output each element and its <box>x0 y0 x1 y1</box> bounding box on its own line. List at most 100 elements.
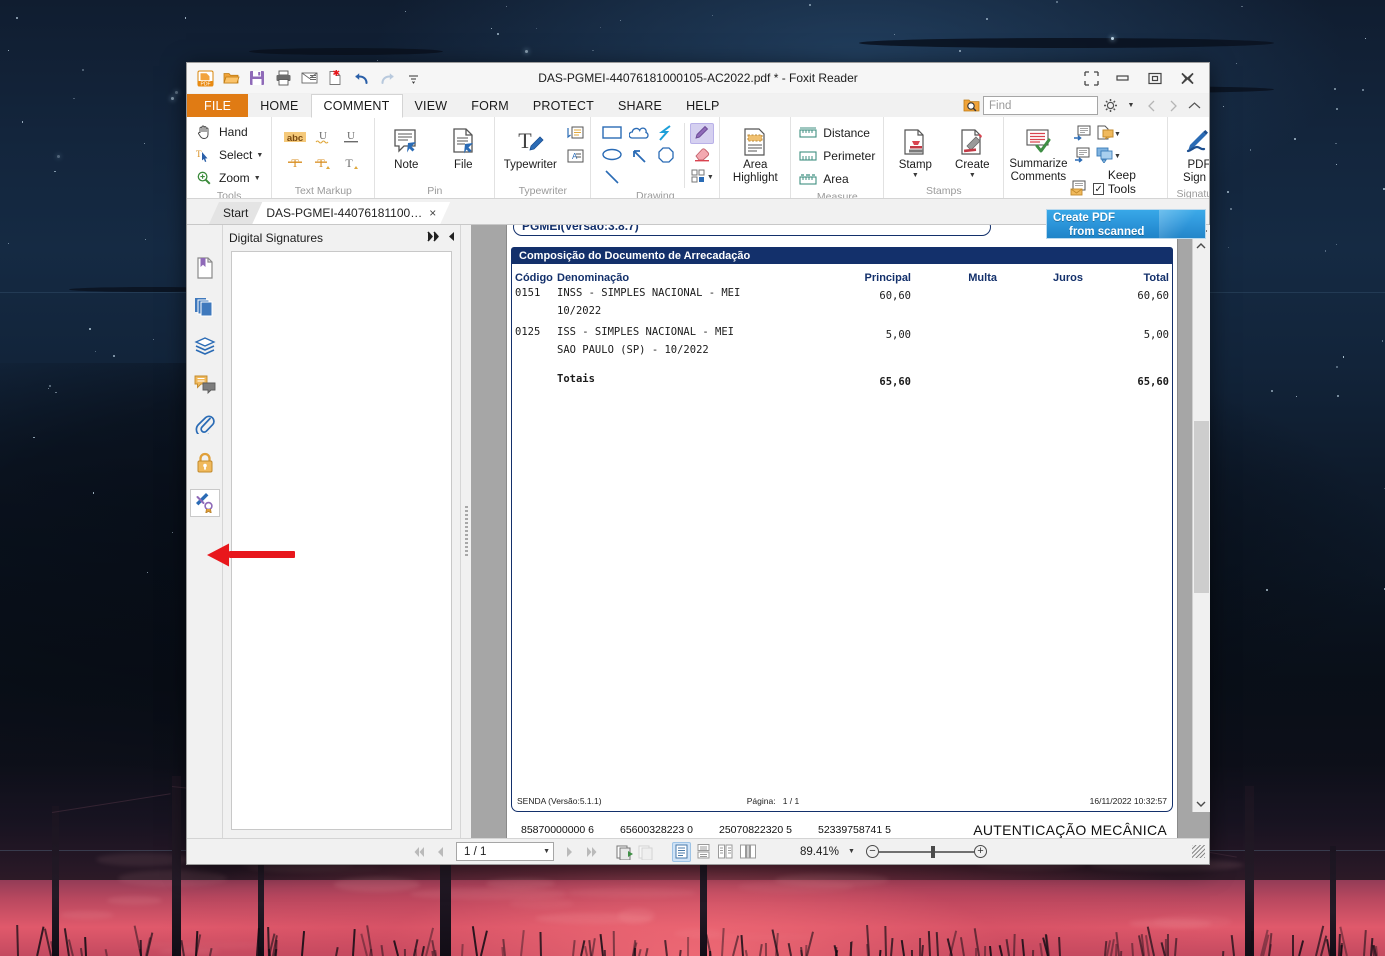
stamp-button[interactable]: Stamp ▼ <box>887 123 943 182</box>
nav-layers-button[interactable] <box>190 333 220 361</box>
fullscreen-icon[interactable] <box>1075 65 1107 91</box>
open-icon[interactable] <box>219 67 243 90</box>
nav-security-button[interactable] <box>190 450 220 478</box>
import-comments-button[interactable] <box>1070 124 1094 145</box>
collapse-ribbon-icon[interactable] <box>1185 96 1203 115</box>
chevron-left-icon[interactable] <box>447 231 456 245</box>
ribbon-tab-home[interactable]: HOME <box>248 94 310 117</box>
cloud-tool-button[interactable] <box>627 124 651 145</box>
chevron-down-icon[interactable]: ▼ <box>254 175 261 182</box>
nav-comments-button[interactable] <box>190 372 220 400</box>
chevron-down-icon[interactable]: ▼ <box>912 172 919 179</box>
line-tool-button[interactable] <box>600 168 624 189</box>
zoom-tool-button[interactable]: Zoom ▼ <box>190 167 268 189</box>
search-folder-icon[interactable] <box>962 96 980 115</box>
undo-icon[interactable] <box>349 67 373 90</box>
ribbon-tab-comment[interactable]: COMMENT <box>310 94 403 118</box>
select-tool-button[interactable]: T Select ▼ <box>190 144 268 166</box>
nav-attachments-button[interactable] <box>190 411 220 439</box>
nav-pages-button[interactable] <box>190 294 220 322</box>
pdf-sign-button[interactable]: PDF Sign ▼ <box>1171 123 1209 187</box>
next-page-button[interactable] <box>560 842 579 862</box>
nav-digital-signatures-button[interactable] <box>189 489 220 517</box>
maximize-icon[interactable] <box>1139 65 1171 91</box>
zoom-slider[interactable]: − + <box>866 845 987 858</box>
export-highlighted-button[interactable] <box>1070 146 1094 167</box>
ribbon-tab-view[interactable]: VIEW <box>403 94 460 117</box>
last-page-button[interactable] <box>582 842 601 862</box>
minimize-icon[interactable] <box>1107 65 1139 91</box>
callout-tool-button[interactable] <box>563 125 587 146</box>
highlight-tool-button[interactable]: abc <box>283 128 307 149</box>
save-icon[interactable] <box>245 67 269 90</box>
textbox-tool-button[interactable]: A <box>563 147 587 168</box>
scroll-thumb[interactable] <box>1193 421 1209 593</box>
viewer-vertical-scrollbar[interactable] <box>1192 225 1210 812</box>
chevron-down-icon[interactable]: ▼ <box>969 172 976 179</box>
arrow-tool-button[interactable] <box>627 146 651 167</box>
hand-tool-button[interactable]: Hand <box>190 121 268 143</box>
typewriter-tool-button[interactable]: T Typewriter <box>498 123 562 174</box>
close-icon[interactable] <box>1171 65 1203 91</box>
zoom-out-icon[interactable]: − <box>866 845 879 858</box>
create-stamp-button[interactable]: Create ▼ <box>944 123 1000 182</box>
area-highlight-button[interactable]: Area Highlight <box>723 123 787 187</box>
insert-text-tool-button[interactable]: T <box>339 154 363 175</box>
chevron-down-icon[interactable]: ▼ <box>1208 175 1209 182</box>
previous-view-button[interactable] <box>615 842 634 862</box>
ribbon-tab-help[interactable]: HELP <box>674 94 731 117</box>
nav-bookmarks-button[interactable] <box>190 255 220 283</box>
doc-tab-pdf[interactable]: DAS-PGMEI-44076181100… × <box>252 202 450 224</box>
page-number-input[interactable]: 1 / 1 ▼ <box>456 842 554 861</box>
facing-continuous-view-button[interactable] <box>738 842 757 862</box>
area-measure-button[interactable]: Area <box>794 168 880 190</box>
facing-view-button[interactable] <box>716 842 735 862</box>
foxit-logo-icon[interactable]: PDF <box>193 67 217 90</box>
ribbon-tab-form[interactable]: FORM <box>459 94 521 117</box>
create-pdf-banner[interactable]: Create PDF from scanned documents <box>1046 209 1206 239</box>
prev-page-button[interactable] <box>431 842 450 862</box>
polyline-tool-button[interactable] <box>654 124 678 145</box>
forward-arrow-icon[interactable] <box>1164 96 1182 115</box>
email-icon[interactable] <box>297 67 321 90</box>
drawing-style-button[interactable]: ▼ <box>690 167 714 188</box>
polygon-tool-button[interactable] <box>654 146 678 167</box>
gear-icon[interactable] <box>1101 96 1119 115</box>
close-icon[interactable]: × <box>429 206 436 220</box>
replace-text-tool-button[interactable]: T <box>311 154 335 175</box>
continuous-view-button[interactable] <box>694 842 713 862</box>
next-view-button[interactable] <box>637 842 656 862</box>
double-chevron-right-icon[interactable] <box>427 231 441 245</box>
print-icon[interactable] <box>271 67 295 90</box>
pdf-page[interactable]: PGMEI(Versão:3.8.7) Composição do Docume… <box>507 225 1177 838</box>
oval-tool-button[interactable] <box>600 146 624 167</box>
underline-tool-button[interactable]: U <box>339 128 363 149</box>
note-tool-button[interactable]: Note <box>378 123 434 174</box>
ribbon-tab-protect[interactable]: PROTECT <box>521 94 606 117</box>
zoom-slider-track[interactable] <box>879 845 974 858</box>
squiggly-tool-button[interactable]: U <box>311 128 335 149</box>
single-page-view-button[interactable] <box>672 841 691 862</box>
keep-tools-selected-checkbox[interactable]: ✓ Keep Tools Selected <box>1093 168 1164 198</box>
first-page-button[interactable] <box>409 842 428 862</box>
redo-icon[interactable] <box>375 67 399 90</box>
ribbon-tab-file[interactable]: FILE <box>187 94 249 117</box>
zoom-dropdown-button[interactable]: ▼ <box>842 842 861 862</box>
customize-qat-icon[interactable] <box>401 67 425 90</box>
chevron-down-icon[interactable]: ▼ <box>707 174 714 181</box>
email-comments-button[interactable] <box>1070 179 1088 199</box>
pdf-canvas[interactable]: PGMEI(Versão:3.8.7) Composição do Docume… <box>471 225 1209 838</box>
gear-dropdown-icon[interactable]: ▼ <box>1122 96 1140 115</box>
chevron-down-icon[interactable]: ▼ <box>1114 131 1121 138</box>
perimeter-tool-button[interactable]: Perimeter <box>794 145 880 167</box>
scroll-track[interactable] <box>1192 253 1210 796</box>
chevron-down-icon[interactable]: ▼ <box>1114 153 1121 160</box>
pencil-tool-button[interactable] <box>690 123 715 144</box>
scroll-down-button[interactable] <box>1192 796 1210 812</box>
strikeout-tool-button[interactable]: T <box>283 154 307 175</box>
create-pdf-icon[interactable]: ✱ <box>323 67 347 90</box>
zoom-slider-knob[interactable] <box>931 845 935 858</box>
summarize-comments-button[interactable]: Summarize Comments <box>1007 122 1069 186</box>
resize-grip-icon[interactable] <box>1192 845 1205 858</box>
file-attach-tool-button[interactable]: File <box>435 123 491 174</box>
